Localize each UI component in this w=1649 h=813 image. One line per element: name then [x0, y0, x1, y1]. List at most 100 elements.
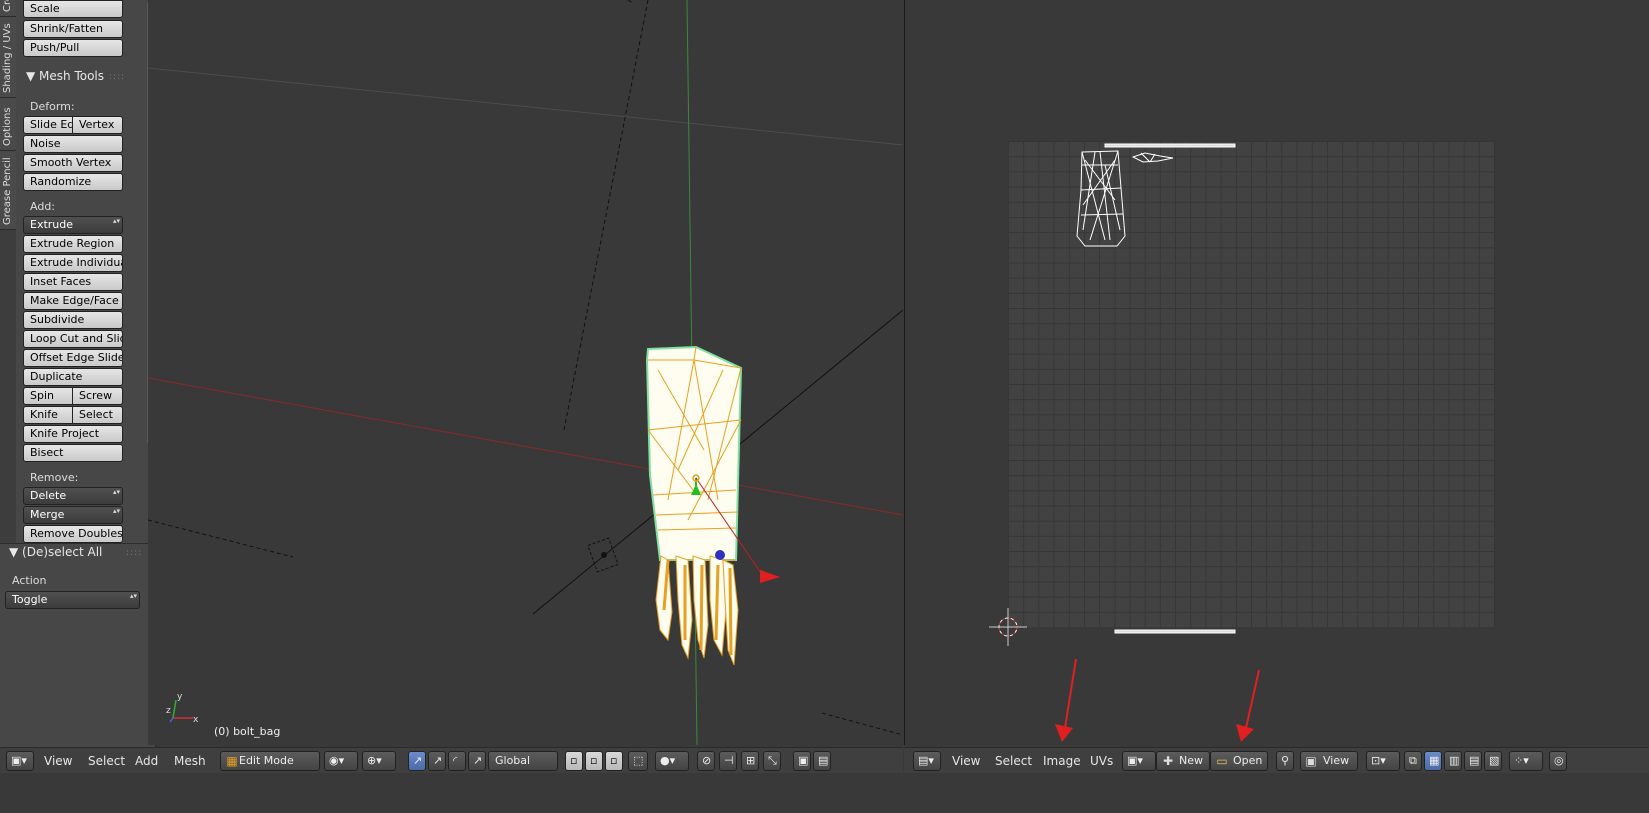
proportional-edit-select[interactable]: ●▾ — [655, 751, 689, 771]
tab-label: Shading / UVs — [2, 23, 13, 93]
rotate-icon[interactable]: ◜ — [448, 751, 466, 771]
x-axis-line — [148, 377, 903, 516]
pin-icon[interactable]: ⚲ — [1276, 751, 1294, 771]
extrude-individual-button[interactable]: Extrude Individual — [23, 254, 123, 272]
face-select-icon[interactable]: ▫ — [605, 751, 623, 771]
extrude-region-button[interactable]: Extrude Region — [23, 235, 123, 253]
vertex-slide-button[interactable]: Vertex — [72, 116, 123, 134]
spin-button[interactable]: Spin — [23, 387, 73, 405]
remove-doubles-button[interactable]: Remove Doubles — [23, 525, 123, 543]
folder-icon: ▭ — [1216, 754, 1228, 768]
editor-type-icon[interactable]: ▤▾ — [913, 751, 941, 771]
object-name-label: (0) bolt_bag — [214, 725, 281, 738]
inset-faces-button[interactable]: Inset Faces — [23, 273, 123, 291]
pivot-select[interactable]: ⊡▾ — [1366, 751, 1400, 771]
noise-button[interactable]: Noise — [23, 135, 123, 153]
operator-panel-header[interactable]: ▼ (De)select All — [9, 545, 102, 559]
bisect-button[interactable]: Bisect — [23, 444, 123, 462]
make-edge-face-button[interactable]: Make Edge/Face — [23, 292, 123, 310]
uv-edge-top[interactable] — [1104, 143, 1236, 148]
panel-grip-icon[interactable]: :::: — [109, 72, 125, 82]
snap-rotate-icon[interactable]: ⤡ — [763, 751, 781, 771]
snap-element-icon[interactable]: ⊣ — [719, 751, 737, 771]
pivot-select[interactable]: ⊕▾ — [362, 751, 396, 771]
translate-icon[interactable]: ↗ — [428, 751, 446, 771]
svg-text:z: z — [166, 706, 171, 716]
edge-select-icon[interactable]: ▫ — [585, 751, 603, 771]
face-mode-icon[interactable]: ▤ — [1464, 751, 1482, 771]
shrink-fatten-button[interactable]: Shrink/Fatten — [23, 20, 123, 38]
viewport-canvas: y x z — [148, 0, 903, 745]
vertex-mode-icon[interactable]: ▦ — [1424, 751, 1442, 771]
editor-type-icon[interactable]: ▣▾ — [6, 751, 34, 771]
tab-options[interactable]: Options — [0, 98, 16, 151]
uv-image-editor[interactable] — [904, 0, 1649, 745]
knife-button[interactable]: Knife — [23, 406, 73, 424]
svg-text:y: y — [177, 692, 183, 702]
knife-project-button[interactable]: Knife Project — [23, 425, 123, 443]
camera-line — [627, 0, 635, 5]
menu-view[interactable]: View — [44, 754, 72, 768]
island-mode-icon[interactable]: ▧ — [1484, 751, 1502, 771]
snap-target-icon[interactable]: ⊞ — [741, 751, 759, 771]
menu-uvs[interactable]: UVs — [1090, 754, 1113, 768]
mesh-object[interactable] — [645, 345, 743, 666]
merge-menu[interactable]: Merge — [23, 506, 123, 524]
menu-view[interactable]: View — [952, 754, 980, 768]
delete-menu[interactable]: Delete — [23, 487, 123, 505]
sticky-select[interactable]: ⁘▾ — [1509, 751, 1543, 771]
uv-island-strip[interactable] — [1131, 152, 1174, 163]
menu-select[interactable]: Select — [88, 754, 125, 768]
uv-island-body[interactable] — [1076, 150, 1126, 247]
limit-selection-icon[interactable]: ⬚ — [628, 751, 648, 771]
blender-window: Cre Shading / UVs Options Grease Pencil … — [0, 0, 1649, 813]
orientation-select[interactable]: Global — [488, 751, 558, 771]
svg-text:x: x — [193, 715, 199, 725]
menu-mesh[interactable]: Mesh — [174, 754, 206, 768]
offset-edge-slide-button[interactable]: Offset Edge Slide — [23, 349, 123, 367]
loop-cut-button[interactable]: Loop Cut and Slide — [23, 330, 123, 348]
push-pull-button[interactable]: Push/Pull — [23, 39, 123, 57]
scale-button[interactable]: Scale — [23, 0, 123, 18]
manipulator-icon[interactable]: ↗ — [408, 751, 426, 771]
randomize-button[interactable]: Randomize — [23, 173, 123, 191]
3d-viewport[interactable]: y x z (0) bolt_bag — [148, 0, 903, 745]
extrude-menu[interactable]: Extrude — [23, 216, 123, 234]
snap-icon[interactable]: ⊘ — [697, 751, 715, 771]
lamp-icon[interactable] — [587, 537, 619, 573]
tab-shading-uvs[interactable]: Shading / UVs — [0, 17, 16, 98]
render-icon[interactable]: ▣ — [793, 751, 811, 771]
render-anim-icon[interactable]: ▤ — [813, 751, 831, 771]
tab-create[interactable]: Cre — [0, 0, 16, 17]
panel-grip-icon[interactable]: :::: — [126, 548, 142, 558]
uv-edge-bottom[interactable] — [1114, 629, 1236, 634]
grid-line — [148, 67, 903, 146]
add-icon: ✚ — [1162, 754, 1174, 768]
tab-grease-pencil[interactable]: Grease Pencil — [0, 151, 16, 230]
shading-icon: ◉▾ — [329, 754, 345, 767]
edit-mode-icon: ▦ — [226, 754, 238, 768]
menu-image[interactable]: Image — [1043, 754, 1081, 768]
vertex-select-icon[interactable]: ▫ — [565, 751, 583, 771]
action-select[interactable]: Toggle — [5, 591, 140, 609]
subdivide-button[interactable]: Subdivide — [23, 311, 123, 329]
mesh-tools-title: Mesh Tools — [39, 69, 105, 83]
2d-cursor-icon[interactable] — [989, 608, 1027, 646]
menu-add[interactable]: Add — [135, 754, 158, 768]
annotation-arrow — [1055, 658, 1077, 742]
slide-edge-button[interactable]: Slide Ed — [23, 116, 73, 134]
proportional-icon[interactable]: ◎ — [1549, 751, 1567, 771]
edge-mode-icon[interactable]: ▥ — [1444, 751, 1462, 771]
sync-selection-icon[interactable]: ⧉ — [1404, 751, 1422, 771]
scale-icon[interactable]: ↗ — [468, 751, 486, 771]
menu-select[interactable]: Select — [995, 754, 1032, 768]
smooth-vertex-button[interactable]: Smooth Vertex — [23, 154, 123, 172]
shading-select[interactable]: ◉▾ — [324, 751, 358, 771]
knife-select-button[interactable]: Select — [72, 406, 123, 424]
screw-button[interactable]: Screw — [72, 387, 123, 405]
camera-line — [563, 0, 649, 431]
duplicate-button[interactable]: Duplicate — [23, 368, 123, 386]
image-icon[interactable]: ▣▾ — [1122, 751, 1156, 771]
pivot-icon: ⊕▾ — [367, 754, 382, 767]
mesh-tools-header[interactable]: ▼ Mesh Tools — [26, 69, 104, 83]
